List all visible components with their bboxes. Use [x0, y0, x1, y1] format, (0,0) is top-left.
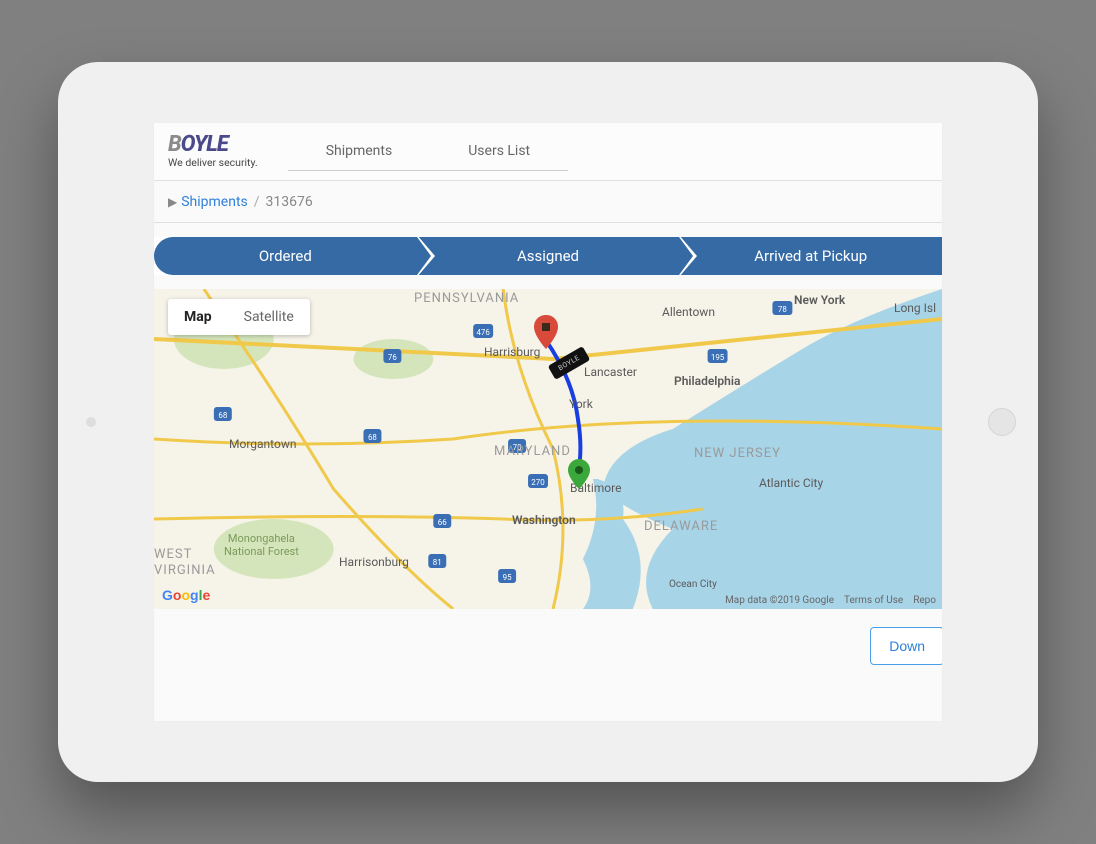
map-report-link[interactable]: Repo	[913, 595, 936, 606]
step-assigned[interactable]: Assigned	[417, 237, 680, 275]
breadcrumb-shipment-id: 313676	[266, 194, 313, 210]
svg-text:476: 476	[476, 328, 490, 337]
svg-text:195: 195	[711, 353, 725, 362]
app-header: BOYLE We deliver security. Shipments Use…	[154, 123, 942, 181]
svg-text:70: 70	[513, 443, 522, 452]
brand-logo: BOYLE We deliver security.	[168, 134, 258, 169]
svg-text:81: 81	[433, 558, 442, 567]
google-logo: Google	[162, 587, 210, 603]
nav-shipments[interactable]: Shipments	[288, 132, 431, 171]
step-assigned-label: Assigned	[517, 247, 579, 265]
origin-marker-icon[interactable]	[568, 459, 590, 489]
download-button[interactable]: Down	[870, 627, 943, 665]
step-arrived[interactable]: Arrived at Pickup	[679, 237, 942, 275]
step-arrived-label: Arrived at Pickup	[754, 247, 867, 265]
shipment-progress: Ordered Assigned Arrived at Pickup	[154, 237, 942, 275]
brand-tagline: We deliver security.	[168, 156, 258, 169]
svg-text:68: 68	[218, 411, 227, 420]
home-button[interactable]	[988, 408, 1016, 436]
step-ordered-label: Ordered	[259, 247, 312, 265]
breadcrumb: ▶ Shipments / 313676	[154, 181, 942, 223]
svg-text:68: 68	[368, 433, 377, 442]
svg-text:270: 270	[531, 478, 545, 487]
step-ordered[interactable]: Ordered	[154, 237, 417, 275]
map-terms-link[interactable]: Terms of Use	[844, 595, 903, 606]
svg-text:66: 66	[438, 518, 447, 527]
camera-dot	[86, 417, 96, 427]
map-tab-satellite[interactable]: Satellite	[228, 299, 310, 335]
tablet-frame: BOYLE We deliver security. Shipments Use…	[58, 62, 1038, 782]
nav-users-list[interactable]: Users List	[430, 132, 568, 171]
main-nav: Shipments Users List	[288, 132, 568, 171]
destination-marker-icon[interactable]	[534, 315, 558, 349]
svg-text:78: 78	[778, 305, 787, 314]
svg-text:95: 95	[503, 573, 512, 582]
bottom-bar: Down	[154, 609, 942, 665]
breadcrumb-caret-icon: ▶	[168, 195, 177, 209]
map-data-label: Map data ©2019 Google	[725, 595, 834, 606]
breadcrumb-shipments-link[interactable]: Shipments	[181, 194, 248, 210]
map-type-toggle: Map Satellite	[168, 299, 310, 335]
app-screen: BOYLE We deliver security. Shipments Use…	[153, 122, 943, 722]
brand-name: BOYLE	[168, 134, 258, 156]
map-attribution: Map data ©2019 Google Terms of Use Repo	[725, 595, 936, 606]
breadcrumb-separator: /	[254, 194, 260, 210]
map-tab-map[interactable]: Map	[168, 299, 228, 335]
route-map[interactable]: 68 76 70 66 95 78 195 476 270 68 81 PENN…	[154, 289, 942, 609]
svg-text:76: 76	[388, 353, 397, 362]
